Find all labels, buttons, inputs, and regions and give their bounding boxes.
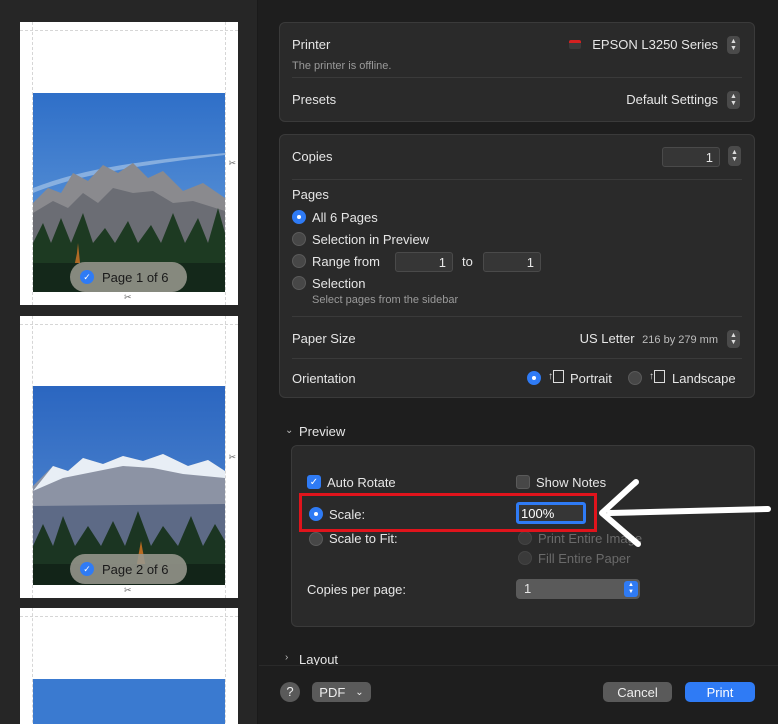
pages-label: Pages xyxy=(292,187,329,202)
annotation-arrow-icon xyxy=(599,479,771,547)
orientation-landscape-radio[interactable] xyxy=(628,371,642,385)
orientation-portrait-label: Portrait xyxy=(570,371,612,386)
auto-rotate-checkbox[interactable]: ✓ xyxy=(307,475,321,489)
settings-card: Copies 1 ▲ ▼ Pages All 6 Pages Selection … xyxy=(279,134,755,398)
page-thumbnail-3[interactable] xyxy=(20,608,238,724)
print-entire-image-radio[interactable] xyxy=(518,531,532,545)
presets-label: Presets xyxy=(292,92,337,107)
pages-range-radio[interactable] xyxy=(292,254,306,268)
layout-disclosure-icon[interactable]: › xyxy=(285,652,288,663)
paper-size-label: Paper Size xyxy=(292,331,356,346)
selection-hint: Select pages from the sidebar xyxy=(312,294,459,306)
paper-size-dims: 216 by 279 mm xyxy=(642,334,718,346)
printer-select[interactable]: EPSON L3250 Series xyxy=(592,37,718,52)
paper-size-popup-arrows-icon[interactable]: ▲ ▼ xyxy=(727,330,740,348)
scissor-icon: ✂ xyxy=(124,585,132,595)
preview-disclosure-icon[interactable]: ⌄ xyxy=(285,425,293,436)
checkmark-icon: ✓ xyxy=(80,562,94,576)
footer-bar: ? PDF ⌄ Cancel Print xyxy=(259,665,778,724)
page-thumbnail-1[interactable]: ✂ ✂ ✓ Page 1 of 6 xyxy=(20,22,238,305)
printer-card: Printer The printer is offline. EPSON L3… xyxy=(279,22,755,122)
orientation-label: Orientation xyxy=(292,371,356,386)
help-button[interactable]: ? xyxy=(280,682,300,702)
portrait-icon: ↑ xyxy=(548,370,564,383)
copies-per-page-value: 1 xyxy=(524,581,532,596)
scissor-icon: ✂ xyxy=(228,158,236,168)
range-from-field[interactable]: 1 xyxy=(395,252,453,272)
cancel-button[interactable]: Cancel xyxy=(603,682,672,702)
pages-selection-label: Selection xyxy=(312,276,366,291)
chevron-down-icon: ⌄ xyxy=(355,686,364,698)
show-notes-checkbox[interactable] xyxy=(516,475,530,489)
page-badge[interactable]: ✓ Page 1 of 6 xyxy=(70,262,187,292)
scissor-icon: ✂ xyxy=(228,452,236,462)
pages-range-label: Range from xyxy=(312,254,380,269)
preview-header[interactable]: Preview xyxy=(299,424,345,439)
copies-stepper-icon[interactable]: ▲ ▼ xyxy=(728,146,741,166)
scale-to-fit-radio[interactable] xyxy=(309,532,323,546)
annotation-highlight-box xyxy=(299,493,597,532)
copies-label: Copies xyxy=(292,149,333,164)
orientation-landscape-label: Landscape xyxy=(672,371,736,386)
fill-entire-paper-radio[interactable] xyxy=(518,551,532,565)
pages-all-radio[interactable] xyxy=(292,210,306,224)
page-badge-label: Page 1 of 6 xyxy=(102,269,169,285)
scissor-icon: ✂ xyxy=(124,292,132,302)
paper-size-value: US Letter xyxy=(579,331,635,346)
landscape-icon: ↑ xyxy=(649,370,665,383)
printer-status: The printer is offline. xyxy=(292,60,392,72)
print-settings-panel: Printer The printer is offline. EPSON L3… xyxy=(259,0,778,724)
fill-entire-paper-label: Fill Entire Paper xyxy=(538,551,631,566)
printer-label: Printer xyxy=(292,37,331,52)
page-badge-label: Page 2 of 6 xyxy=(102,561,169,577)
pdf-label: PDF xyxy=(319,684,346,700)
copies-per-page-arrows-icon: ▲ ▼ xyxy=(624,581,638,597)
pages-selection-preview-label: Selection in Preview xyxy=(312,232,430,247)
copies-per-page-label: Copies per page: xyxy=(307,582,407,597)
page-thumbnail-2[interactable]: ✂ ✂ ✓ Page 2 of 6 xyxy=(20,316,238,598)
checkmark-icon: ✓ xyxy=(80,270,94,284)
page-badge[interactable]: ✓ Page 2 of 6 xyxy=(70,554,187,584)
printer-popup-arrows-icon[interactable]: ▲ ▼ xyxy=(727,36,740,54)
printer-icon xyxy=(569,40,581,49)
copies-field[interactable]: 1 xyxy=(662,147,720,167)
pages-selection-preview-radio[interactable] xyxy=(292,232,306,246)
print-button[interactable]: Print xyxy=(685,682,755,702)
presets-select[interactable]: Default Settings xyxy=(626,92,718,107)
paper-size-select[interactable]: US Letter 216 by 279 mm xyxy=(580,331,718,346)
pdf-menu-button[interactable]: PDF ⌄ xyxy=(312,682,371,702)
orientation-portrait-radio[interactable] xyxy=(527,371,541,385)
auto-rotate-label: Auto Rotate xyxy=(327,475,396,490)
range-to-label: to xyxy=(462,254,473,269)
presets-popup-arrows-icon[interactable]: ▲ ▼ xyxy=(727,91,740,109)
copies-per-page-select[interactable]: 1 ▲ ▼ xyxy=(516,579,640,599)
page-thumbnail-sidebar: ✂ ✂ ✓ Page 1 of 6 ✂ ✂ ✓ Page 2 of 6 xyxy=(0,0,258,724)
range-to-field[interactable]: 1 xyxy=(483,252,541,272)
scale-to-fit-label: Scale to Fit: xyxy=(329,531,398,546)
mountain-photo xyxy=(33,679,225,724)
pages-all-label: All 6 Pages xyxy=(312,210,378,225)
pages-selection-radio[interactable] xyxy=(292,276,306,290)
